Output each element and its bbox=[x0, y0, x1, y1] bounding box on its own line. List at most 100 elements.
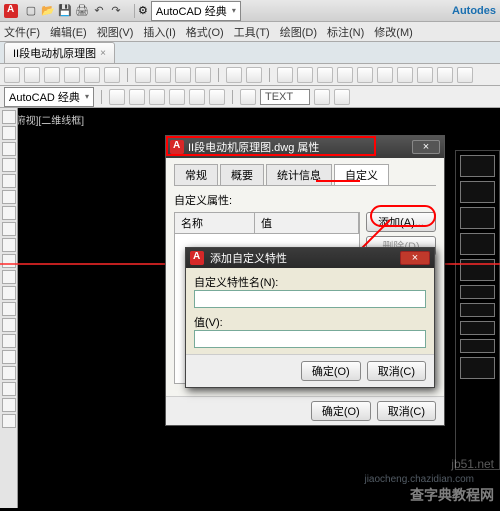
close-button[interactable]: × bbox=[412, 140, 440, 154]
help-icon[interactable] bbox=[457, 67, 473, 83]
col-value[interactable]: 值 bbox=[255, 213, 359, 233]
circle-icon[interactable] bbox=[2, 142, 16, 156]
menu-file[interactable]: 文件(F) bbox=[4, 24, 40, 40]
arc-icon[interactable] bbox=[2, 158, 16, 172]
workspace-selector[interactable]: ⚙ AutoCAD 经典 bbox=[138, 1, 241, 21]
ok-button[interactable]: 确定(O) bbox=[301, 361, 361, 381]
cancel-button[interactable]: 取消(C) bbox=[377, 401, 436, 421]
ray-icon[interactable] bbox=[2, 350, 16, 364]
revcloud-icon[interactable] bbox=[2, 366, 16, 380]
dim-icon[interactable] bbox=[314, 89, 330, 105]
sheetset-icon[interactable] bbox=[397, 67, 413, 83]
layer-state-icon[interactable] bbox=[129, 89, 145, 105]
properties-icon[interactable] bbox=[337, 67, 353, 83]
save-icon[interactable] bbox=[44, 67, 60, 83]
spline-icon[interactable] bbox=[2, 286, 16, 300]
open-icon[interactable] bbox=[24, 67, 40, 83]
menu-dimension[interactable]: 标注(N) bbox=[327, 24, 364, 40]
value-label: 值(V): bbox=[194, 314, 426, 330]
text-icon[interactable] bbox=[2, 222, 16, 236]
rect-icon[interactable] bbox=[2, 174, 16, 188]
undo-icon[interactable]: ↶ bbox=[92, 4, 106, 18]
tab-summary[interactable]: 概要 bbox=[220, 164, 264, 185]
menu-modify[interactable]: 修改(M) bbox=[374, 24, 413, 40]
line-icon[interactable] bbox=[2, 110, 16, 124]
custom-name-input[interactable] bbox=[194, 290, 426, 308]
dialog-titlebar[interactable]: 添加自定义特性 × bbox=[186, 248, 434, 268]
linetype-icon[interactable] bbox=[189, 89, 205, 105]
menu-format[interactable]: 格式(O) bbox=[186, 24, 224, 40]
match-icon[interactable] bbox=[195, 67, 211, 83]
component-icon bbox=[460, 303, 495, 317]
construct-icon[interactable] bbox=[2, 334, 16, 348]
multiline-icon[interactable] bbox=[2, 318, 16, 332]
print-icon[interactable]: 🖨 bbox=[75, 4, 89, 18]
calc-icon[interactable] bbox=[437, 67, 453, 83]
cancel-button[interactable]: 取消(C) bbox=[367, 361, 426, 381]
tool-palette-icon[interactable] bbox=[377, 67, 393, 83]
close-tab-icon[interactable]: × bbox=[100, 48, 106, 59]
dialog-title: II段电动机原理图.dwg 属性 bbox=[188, 139, 319, 155]
open-icon[interactable]: 📂 bbox=[41, 4, 55, 18]
menu-edit[interactable]: 编辑(E) bbox=[50, 24, 87, 40]
donut-icon[interactable] bbox=[2, 414, 16, 428]
pan-icon[interactable] bbox=[277, 67, 293, 83]
color-icon[interactable] bbox=[169, 89, 185, 105]
component-icon bbox=[460, 321, 495, 335]
menu-view[interactable]: 视图(V) bbox=[97, 24, 134, 40]
markup-icon[interactable] bbox=[417, 67, 433, 83]
layer-icon[interactable] bbox=[109, 89, 125, 105]
dialog-buttons: 确定(O) 取消(C) bbox=[166, 396, 444, 425]
close-button[interactable]: × bbox=[400, 251, 430, 265]
publish-icon[interactable] bbox=[104, 67, 120, 83]
save-icon[interactable]: 💾 bbox=[58, 4, 72, 18]
point-icon[interactable] bbox=[2, 238, 16, 252]
zoom-icon[interactable] bbox=[297, 67, 313, 83]
menu-draw[interactable]: 绘图(D) bbox=[280, 24, 317, 40]
redo-icon[interactable]: ↷ bbox=[109, 4, 123, 18]
add-button[interactable]: 添加(A)... bbox=[366, 212, 436, 232]
add-custom-property-dialog: 添加自定义特性 × 自定义特性名(N): 值(V): 确定(O) 取消(C) bbox=[185, 247, 435, 388]
workspace-dropdown[interactable]: AutoCAD 经典 bbox=[151, 1, 241, 21]
dialog-titlebar[interactable]: II段电动机原理图.dwg 属性 × bbox=[166, 136, 444, 158]
app-logo bbox=[170, 140, 184, 154]
text-style-input[interactable]: TEXT bbox=[260, 89, 310, 105]
zoom-ext-icon[interactable] bbox=[317, 67, 333, 83]
col-name[interactable]: 名称 bbox=[175, 213, 255, 233]
ellipse-icon[interactable] bbox=[2, 190, 16, 204]
cut-icon[interactable] bbox=[135, 67, 151, 83]
design-center-icon[interactable] bbox=[357, 67, 373, 83]
block-icon[interactable] bbox=[2, 254, 16, 268]
table-icon[interactable] bbox=[334, 89, 350, 105]
table-icon[interactable] bbox=[2, 302, 16, 316]
plot-icon[interactable] bbox=[64, 67, 80, 83]
gear-icon: ⚙ bbox=[138, 4, 148, 17]
undo-icon[interactable] bbox=[226, 67, 242, 83]
menu-insert[interactable]: 插入(I) bbox=[143, 24, 175, 40]
separator bbox=[127, 68, 128, 82]
text-icon[interactable] bbox=[240, 89, 256, 105]
tab-stats[interactable]: 统计信息 bbox=[266, 164, 332, 185]
document-tab-label: II段电动机原理图 bbox=[13, 45, 96, 61]
wipeout-icon[interactable] bbox=[2, 382, 16, 396]
new-icon[interactable]: ▢ bbox=[24, 4, 38, 18]
document-tab[interactable]: II段电动机原理图 × bbox=[4, 42, 115, 63]
workspace-combo[interactable]: AutoCAD 经典 bbox=[4, 87, 94, 107]
hatch-icon[interactable] bbox=[2, 206, 16, 220]
preview-icon[interactable] bbox=[84, 67, 100, 83]
ok-button[interactable]: 确定(O) bbox=[311, 401, 371, 421]
new-icon[interactable] bbox=[4, 67, 20, 83]
region-icon[interactable] bbox=[2, 270, 16, 284]
custom-value-input[interactable] bbox=[194, 330, 426, 348]
copy-icon[interactable] bbox=[155, 67, 171, 83]
redo-icon[interactable] bbox=[246, 67, 262, 83]
gradient-icon[interactable] bbox=[2, 398, 16, 412]
pline-icon[interactable] bbox=[2, 126, 16, 140]
lineweight-icon[interactable] bbox=[209, 89, 225, 105]
dialog-title: 添加自定义特性 bbox=[210, 250, 287, 266]
menu-tools[interactable]: 工具(T) bbox=[234, 24, 270, 40]
paste-icon[interactable] bbox=[175, 67, 191, 83]
tab-general[interactable]: 常规 bbox=[174, 164, 218, 185]
layer-prev-icon[interactable] bbox=[149, 89, 165, 105]
tab-custom[interactable]: 自定义 bbox=[334, 164, 389, 185]
